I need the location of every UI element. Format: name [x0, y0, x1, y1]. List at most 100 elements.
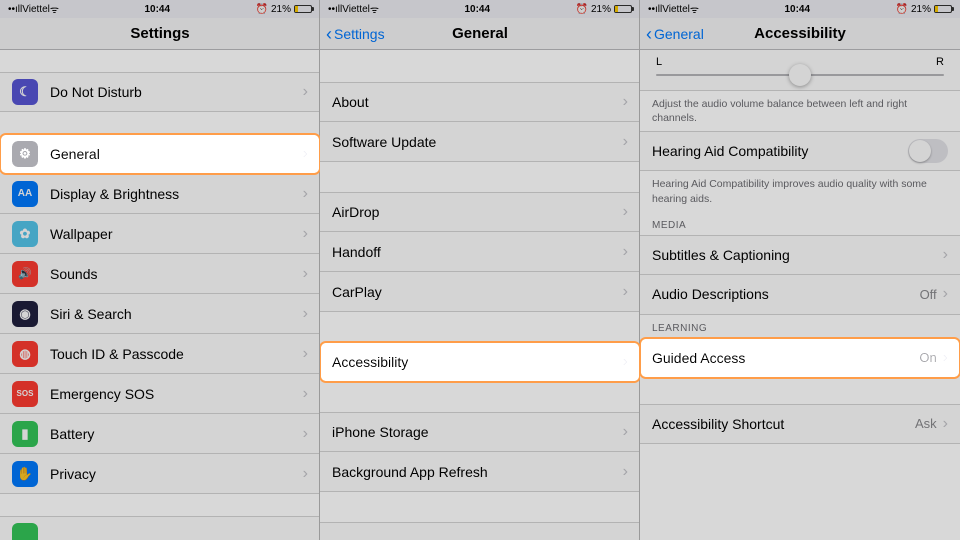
general-row-airdrop[interactable]: AirDrop› — [320, 192, 640, 232]
chevron-left-icon: ‹ — [646, 25, 652, 43]
row-label: Sounds — [50, 266, 303, 282]
moon-icon: ☾ — [12, 79, 38, 105]
general-row-partial[interactable] — [320, 522, 640, 540]
hearing-aid-row[interactable]: Hearing Aid Compatibility — [640, 131, 960, 171]
carrier-label: Viettel — [22, 4, 50, 15]
settings-row-touchid[interactable]: ◍ Touch ID & Passcode › — [0, 334, 320, 374]
settings-row-siri[interactable]: ◉ Siri & Search › — [0, 294, 320, 334]
chevron-right-icon: › — [303, 225, 308, 243]
general-row-handoff[interactable]: Handoff› — [320, 232, 640, 272]
speaker-icon: 🔊 — [12, 261, 38, 287]
chevron-right-icon: › — [623, 353, 628, 371]
chevron-right-icon: › — [303, 145, 308, 163]
alarm-icon: ⏰ — [256, 4, 268, 15]
flower-icon: ✿ — [12, 221, 38, 247]
row-label: Background App Refresh — [332, 464, 623, 480]
row-value: On — [919, 350, 936, 365]
battery-pct: 21% — [911, 4, 931, 15]
audio-desc-row[interactable]: Audio DescriptionsOff› — [640, 275, 960, 315]
siri-icon: ◉ — [12, 301, 38, 327]
settings-row-general[interactable]: ⚙ General › — [0, 134, 320, 174]
row-label: About — [332, 94, 623, 110]
unknown-icon — [12, 523, 38, 540]
wifi-icon: ᯤ — [50, 2, 59, 16]
chevron-right-icon: › — [623, 203, 628, 221]
balance-right-label: R — [936, 56, 944, 68]
signal-icon: ••ıll — [648, 4, 662, 15]
balance-left-label: L — [656, 56, 662, 68]
nav-header: ‹ Settings General — [320, 18, 640, 50]
chevron-right-icon: › — [303, 465, 308, 483]
chevron-right-icon: › — [943, 285, 948, 303]
battery-row-icon: ▮ — [12, 421, 38, 447]
balance-slider-block: L R — [640, 50, 960, 91]
status-time: 10:44 — [699, 4, 896, 15]
chevron-right-icon: › — [303, 345, 308, 363]
settings-row-sos[interactable]: SOS Emergency SOS › — [0, 374, 320, 414]
slider-thumb[interactable] — [789, 64, 811, 86]
nav-header: ‹ General Accessibility — [640, 18, 960, 50]
back-button[interactable]: ‹ Settings — [320, 25, 385, 43]
settings-row-battery[interactable]: ▮ Battery › — [0, 414, 320, 454]
row-label: CarPlay — [332, 284, 623, 300]
general-row-software[interactable]: Software Update› — [320, 122, 640, 162]
row-label: Battery — [50, 426, 303, 442]
row-label: iPhone Storage — [332, 424, 623, 440]
signal-icon: ••ıll — [8, 4, 22, 15]
chevron-right-icon: › — [303, 305, 308, 323]
settings-row-privacy[interactable]: ✋ Privacy › — [0, 454, 320, 494]
hearing-aid-note: Hearing Aid Compatibility improves audio… — [640, 171, 960, 211]
general-row-about[interactable]: About› — [320, 82, 640, 122]
row-label: Touch ID & Passcode — [50, 346, 303, 362]
chevron-right-icon: › — [943, 349, 948, 367]
back-label: General — [654, 26, 704, 42]
settings-row-wallpaper[interactable]: ✿ Wallpaper › — [0, 214, 320, 254]
signal-icon: ••ıll — [328, 4, 342, 15]
nav-header: Settings — [0, 18, 320, 50]
settings-row-sounds[interactable]: 🔊 Sounds › — [0, 254, 320, 294]
chevron-right-icon: › — [303, 265, 308, 283]
chevron-right-icon: › — [623, 243, 628, 261]
guided-access-row[interactable]: Guided AccessOn› — [640, 338, 960, 378]
general-row-accessibility[interactable]: Accessibility› — [320, 342, 640, 382]
fingerprint-icon: ◍ — [12, 341, 38, 367]
battery-pct: 21% — [271, 4, 291, 15]
status-time: 10:44 — [379, 4, 576, 15]
row-label: Emergency SOS — [50, 386, 303, 402]
back-button[interactable]: ‹ General — [640, 25, 704, 43]
general-row-bgrefresh[interactable]: Background App Refresh› — [320, 452, 640, 492]
battery-icon — [614, 5, 632, 13]
settings-row-partial[interactable] — [0, 516, 320, 540]
row-label: Software Update — [332, 134, 623, 150]
general-row-storage[interactable]: iPhone Storage› — [320, 412, 640, 452]
carrier-label: Viettel — [662, 4, 690, 15]
settings-row-display[interactable]: AA Display & Brightness › — [0, 174, 320, 214]
chevron-right-icon: › — [943, 246, 948, 264]
settings-panel: ••ıll Viettel ᯤ 10:44 ⏰ 21% Settings ☾ D… — [0, 0, 320, 540]
row-label: General — [50, 146, 303, 162]
accessibility-panel: ••ıll Viettel ᯤ 10:44 ⏰ 21% ‹ General Ac… — [640, 0, 960, 540]
chevron-right-icon: › — [623, 463, 628, 481]
row-label: Siri & Search — [50, 306, 303, 322]
row-label: AirDrop — [332, 204, 623, 220]
accessibility-shortcut-row[interactable]: Accessibility ShortcutAsk› — [640, 404, 960, 444]
row-label: Hearing Aid Compatibility — [652, 143, 908, 159]
status-bar: ••ıll Viettel ᯤ 10:44 ⏰ 21% — [0, 0, 320, 18]
brightness-icon: AA — [12, 181, 38, 207]
subtitles-row[interactable]: Subtitles & Captioning› — [640, 235, 960, 275]
chevron-right-icon: › — [623, 133, 628, 151]
settings-row-dnd[interactable]: ☾ Do Not Disturb › — [0, 72, 320, 112]
chevron-right-icon: › — [303, 425, 308, 443]
page-title: Settings — [0, 25, 320, 42]
hand-icon: ✋ — [12, 461, 38, 487]
general-row-carplay[interactable]: CarPlay› — [320, 272, 640, 312]
row-label: Accessibility Shortcut — [652, 416, 915, 432]
row-value: Ask — [915, 416, 937, 431]
hearing-aid-toggle[interactable] — [908, 139, 948, 163]
chevron-right-icon: › — [623, 93, 628, 111]
balance-slider[interactable] — [656, 74, 944, 76]
row-label: Display & Brightness — [50, 186, 303, 202]
carrier-label: Viettel — [342, 4, 370, 15]
battery-icon — [294, 5, 312, 13]
chevron-right-icon: › — [303, 385, 308, 403]
